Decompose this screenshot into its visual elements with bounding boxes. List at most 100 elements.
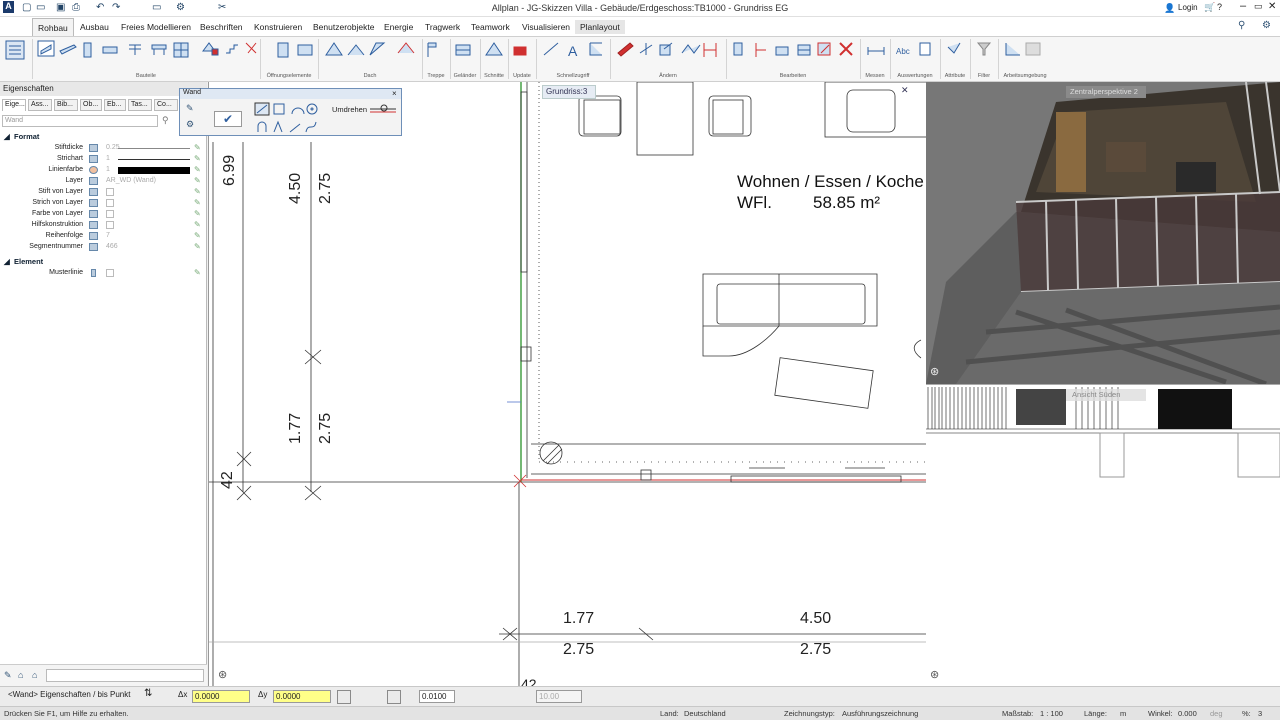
tab-beschriften[interactable]: Beschriften [195,20,248,34]
grid-icon[interactable] [403,690,417,704]
tab-eigenschaften[interactable]: Eige... [2,99,26,111]
dx-input[interactable]: 0.0000 [192,690,250,703]
section-element-toggle[interactable]: ◢ [4,257,10,266]
row-strich-von-layer[interactable]: Strich von Layer ✎ [0,198,207,209]
dim-text: 6.99 [221,154,238,186]
land-value[interactable]: Deutschland [684,709,726,718]
palette-close-icon[interactable]: × [392,89,397,98]
tab-connect[interactable]: Co... [154,99,178,111]
search-icon[interactable]: ⚲ [162,115,169,126]
dim-text: 4.50 [287,172,304,204]
tab-ebenen[interactable]: Eb... [104,99,126,111]
minimize-button[interactable]: – [1240,0,1246,12]
pen-icon: ✎ [194,220,201,229]
viewport-close-icon[interactable]: ✕ [901,85,909,96]
svg-text:A: A [568,43,578,59]
midpoint-icon[interactable] [353,690,367,704]
laenge-value[interactable]: m [1120,709,1126,718]
help-icon[interactable]: ? [1217,2,1222,12]
intersection-icon[interactable] [369,690,383,704]
pick-icon[interactable]: ✎ [4,670,12,681]
properties-icon[interactable]: ⚙ [186,119,194,130]
arc-icon [291,107,305,115]
viewport-nav-icon[interactable]: ⊛ [218,668,227,681]
view-label[interactable]: Zentralperspektive 2 [1070,87,1138,96]
point-snap-button[interactable] [337,690,351,704]
tab-visualisieren[interactable]: Visualisieren [517,20,575,34]
row-stiftdicke[interactable]: Stiftdicke 0.25 ✎ [0,143,207,154]
layer-stack-icon [5,40,25,60]
tab-energie[interactable]: Energie [379,20,418,34]
pen-icon: ✎ [194,209,201,218]
group-gelaender: Geländer [453,73,477,79]
element-filter-input[interactable]: Wand [2,115,158,127]
settings-gear-icon[interactable]: ⚙ [1262,20,1271,31]
row-layer[interactable]: Layer AR_WD (Wand) ✎ [0,176,207,187]
tab-ausbau[interactable]: Ausbau [75,20,114,34]
row-linienfarbe[interactable]: Linienfarbe 1 ✎ [0,165,207,176]
tab-assistent[interactable]: Ass... [28,99,52,111]
row-segmentnummer[interactable]: Segmentnummer 466 ✎ [0,242,207,253]
viewport-label[interactable]: Grundriss:3 [542,85,596,99]
cart-icon[interactable]: 🛒 [1204,2,1215,13]
tab-tragwerk[interactable]: Tragwerk [420,20,465,34]
group-update: Update [513,73,531,79]
row-hilfskonstruktion[interactable]: Hilfskonstruktion ✎ [0,220,207,231]
angle-icon[interactable] [498,690,512,704]
tab-planlayout[interactable]: Planlayout [575,20,625,34]
pipette-icon[interactable]: ✎ [186,103,194,114]
percent-value[interactable]: 3 [1258,709,1262,718]
perspective-view[interactable]: Zentralperspektive 2 ⊛ [926,82,1280,384]
properties-footer: ✎ ⌂ ⌂ [0,664,207,686]
layer-icon[interactable] [462,690,476,704]
tab-objekte[interactable]: Ob... [80,99,102,111]
viewport-nav-icon[interactable]: ⊛ [930,365,939,378]
row-farbe-von-layer[interactable]: Farbe von Layer ✎ [0,209,207,220]
tab-freies-modellieren[interactable]: Freies Modellieren [116,20,196,34]
tab-tasks[interactable]: Tas... [128,99,152,111]
row-stift-von-layer[interactable]: Stift von Layer ✎ [0,187,207,198]
drawing-canvas[interactable]: Grundriss:3 ✕ Wohnen / Essen / Koche WFl… [208,82,927,686]
massstab-value[interactable]: 1 : 100 [1040,709,1063,718]
tab-benutzerobjekte[interactable]: Benutzerobjekte [308,20,379,34]
favorite-load-icon[interactable]: ⌂ [18,670,23,680]
search-icon[interactable]: ⚲ [1238,20,1245,31]
winkel-value[interactable]: 0.000 [1178,709,1197,718]
snap-distance-input[interactable]: 0.0100 [419,690,455,703]
row-reihenfolge[interactable]: Reihenfolge 7 ✎ [0,231,207,242]
checkbox [106,221,114,229]
section-format-toggle[interactable]: ◢ [4,132,10,141]
tab-teamwork[interactable]: Teamwork [466,20,515,34]
row-musterlinie[interactable]: Musterlinie ✎ [0,268,207,279]
viewport-nav-icon[interactable]: ⊛ [930,668,939,681]
confirm-check-icon[interactable]: ✔ [214,111,242,127]
sort-icon[interactable]: ⇅ [144,688,152,699]
dx-label: Δx [178,690,188,699]
login-link[interactable]: Login [1178,3,1198,12]
dim-text: 2.75 [317,412,334,444]
pen-icon: ✎ [194,268,201,277]
flip-wall-icon[interactable] [370,103,398,117]
3d-render [926,82,1280,384]
dy-input[interactable]: 0.0000 [273,690,331,703]
track-button[interactable] [387,690,401,704]
close-button[interactable]: ✕ [1268,1,1276,12]
zeichnungstyp-label: Zeichnungstyp: [784,709,835,718]
ortho-icon[interactable] [516,690,530,704]
properties-panel: Eigenschaften Eige... Ass... Bib... Ob..… [0,82,207,686]
tab-rohbau[interactable]: Rohbau [32,18,74,36]
tab-bibliothek[interactable]: Bib... [54,99,78,111]
favorite-save-icon[interactable]: ⌂ [32,670,37,680]
maximize-button[interactable]: ▭ [1254,1,1263,12]
favorites-select[interactable] [46,669,204,682]
pen-icon: ✎ [194,154,201,163]
group-oeffnungselemente: Öffnungselemente [266,73,312,79]
rectangle-icon [273,103,285,115]
elevation-view[interactable]: Ansicht Süden ⊛ [926,384,1280,686]
zeichnungstyp-value[interactable]: Ausführungszeichnung [842,709,918,718]
view-label[interactable]: Ansicht Süden [1072,390,1120,399]
angle-input[interactable]: 10.00 [536,690,582,703]
tab-konstruieren[interactable]: Konstruieren [249,20,307,34]
row-strichart[interactable]: Strichart 1 ✎ [0,154,207,165]
user-icon[interactable]: 👤 [1164,3,1175,14]
